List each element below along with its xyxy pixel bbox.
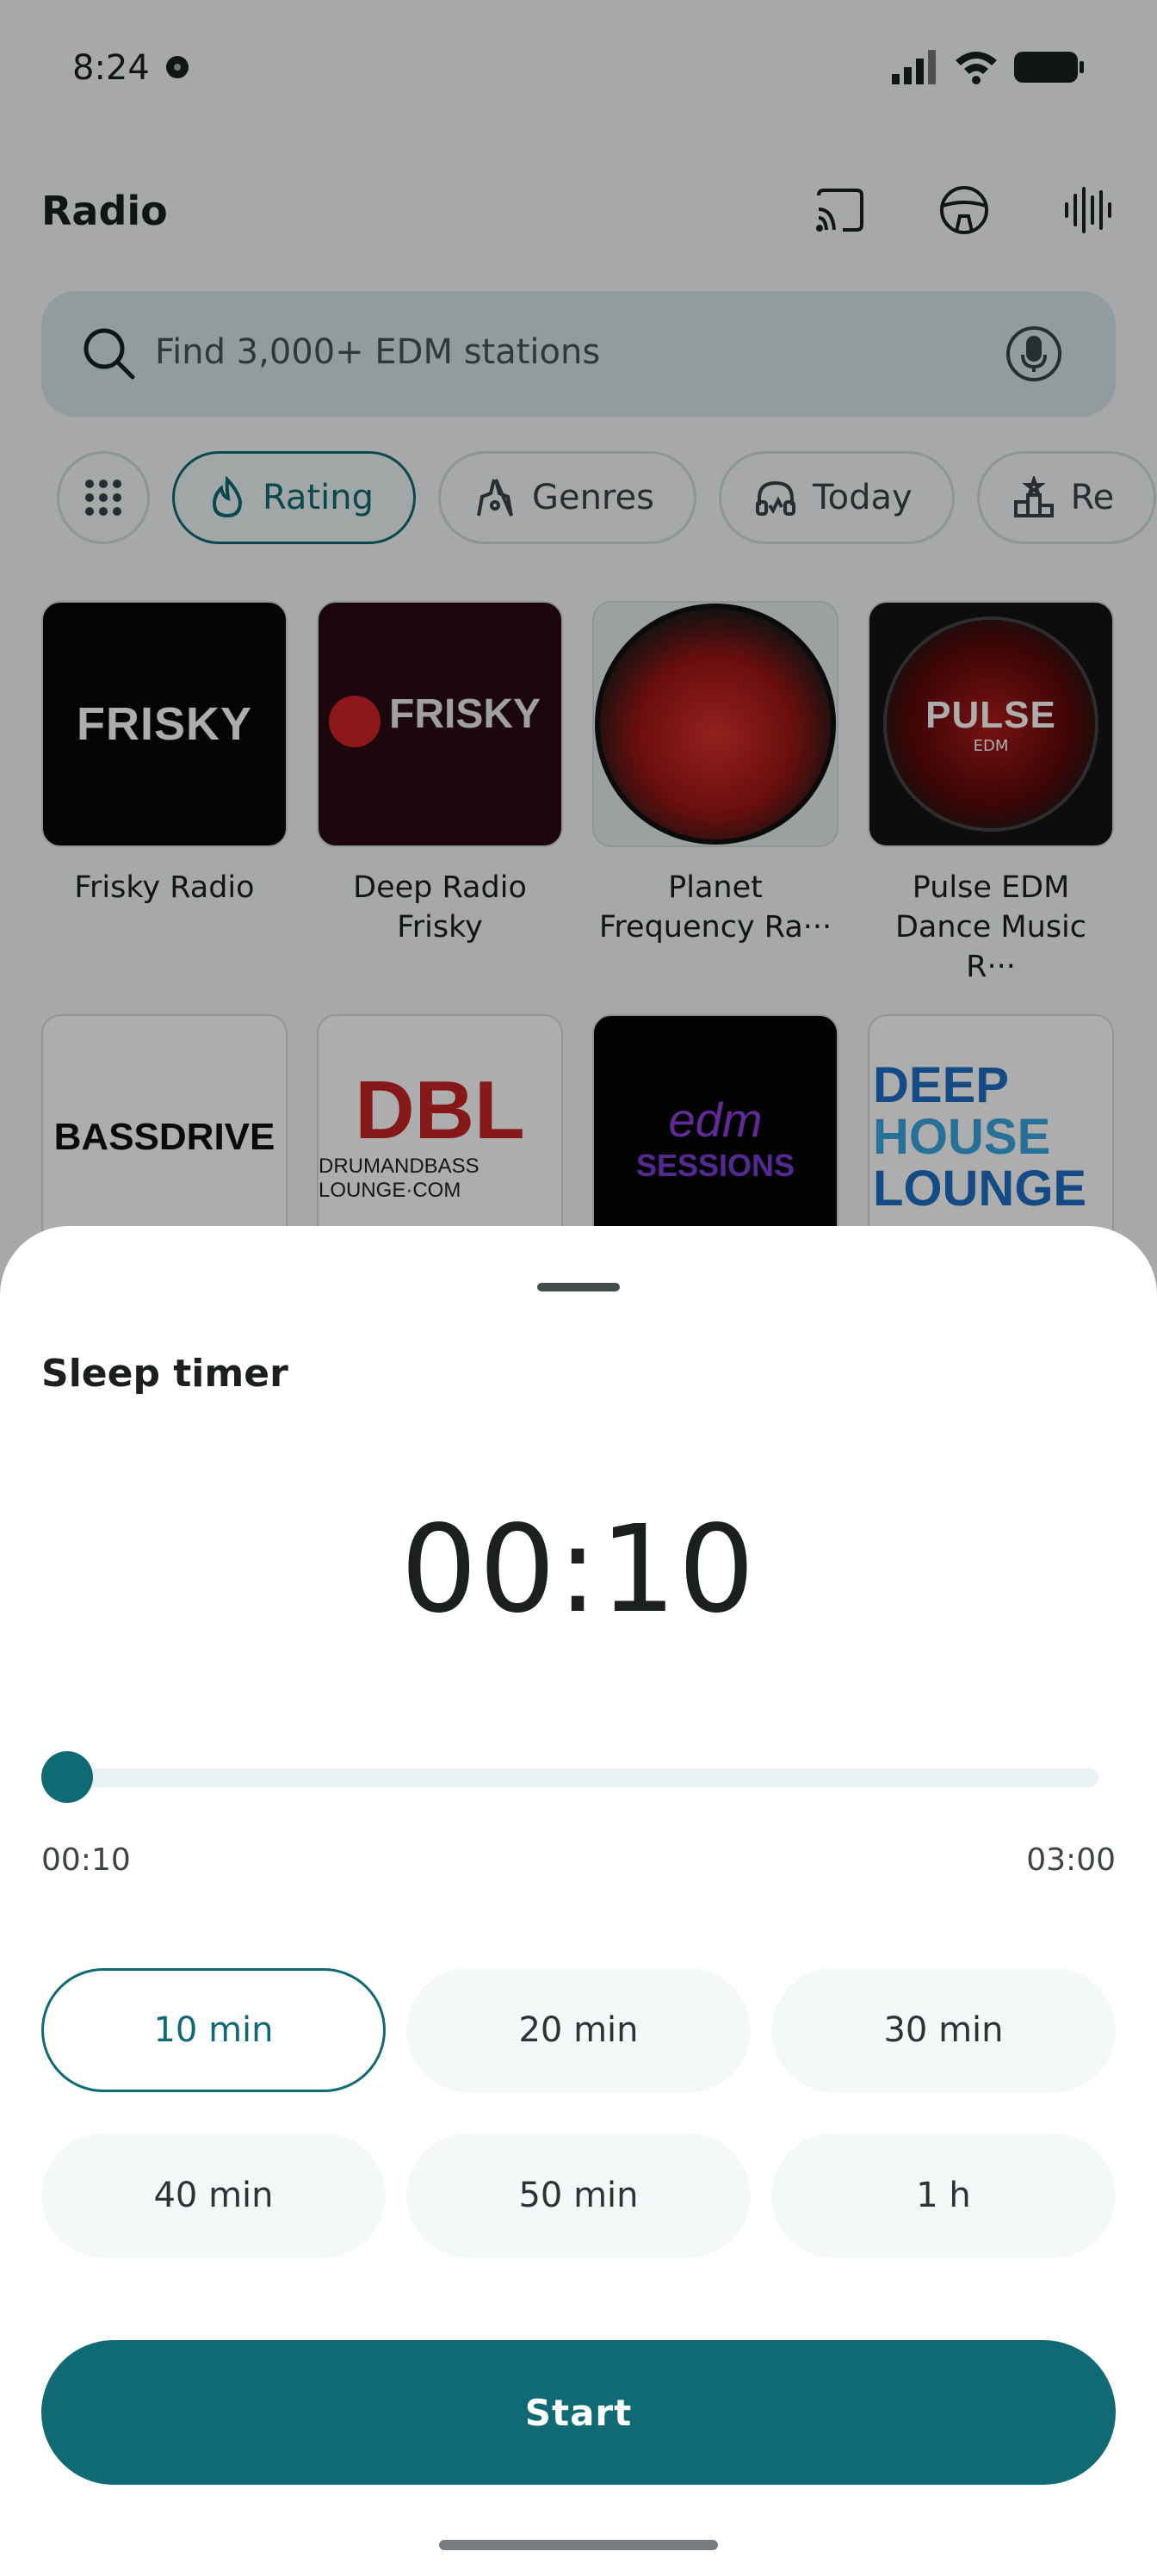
preset-50-min[interactable]: 50 min [406, 2133, 751, 2257]
preset-10-min[interactable]: 10 min [41, 1968, 386, 2092]
start-button[interactable]: Start [41, 2340, 1116, 2485]
timer-slider-track[interactable] [67, 1768, 1098, 1787]
drag-handle[interactable] [537, 1283, 620, 1291]
preset-1-h[interactable]: 1 h [771, 2133, 1116, 2257]
timer-display: 00:10 [400, 1500, 757, 1640]
sleep-timer-sheet: Sleep timer 00:10 00:10 03:00 10 min 20 … [0, 1226, 1157, 2576]
preset-20-min[interactable]: 20 min [406, 1968, 751, 2092]
preset-grid: 10 min 20 min 30 min 40 min 50 min 1 h [41, 1968, 1116, 2257]
preset-30-min[interactable]: 30 min [771, 1968, 1116, 2092]
range-max-label: 03:00 [1026, 1842, 1116, 1878]
home-indicator[interactable] [439, 2540, 718, 2550]
range-min-label: 00:10 [41, 1842, 131, 1878]
sheet-title: Sleep timer [41, 1352, 288, 1396]
timer-slider-thumb[interactable] [41, 1751, 93, 1803]
preset-40-min[interactable]: 40 min [41, 2133, 386, 2257]
